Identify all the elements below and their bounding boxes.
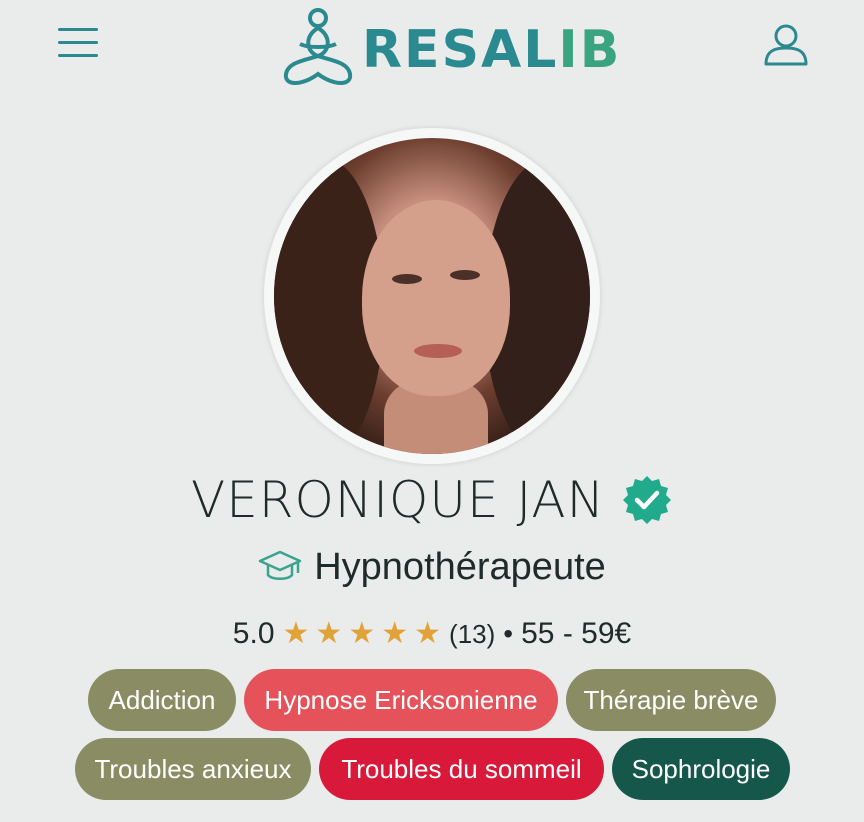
separator-dot: • [503, 618, 514, 649]
tag-troubles-du-sommeil[interactable]: Troubles du sommeil [319, 738, 604, 800]
user-account-button[interactable] [762, 22, 810, 66]
profile-photo-frame [264, 128, 600, 464]
menu-line [58, 54, 98, 57]
tag-addiction[interactable]: Addiction [88, 669, 236, 731]
photo-face [362, 200, 510, 396]
tag-therapie-breve[interactable]: Thérapie brève [566, 669, 776, 731]
hamburger-menu-icon [58, 28, 98, 31]
profile-photo[interactable] [274, 138, 590, 454]
header: RESALIB [0, 0, 864, 100]
star-icon: ★ [414, 617, 442, 650]
practitioner-name: VERONIQUE JAN [191, 471, 605, 529]
profession-label: Hypnothérapeute [314, 546, 606, 588]
star-icon: ★ [282, 617, 310, 650]
practitioner-name-row: VERONIQUE JAN [0, 472, 864, 528]
tag-sophrologie[interactable]: Sophrologie [612, 738, 790, 800]
profession-row: Hypnothérapeute [0, 543, 864, 597]
rating-price-row: 5.0 ★ ★ ★ ★ ★ (13) • 55 - 59€ [0, 614, 864, 654]
menu-line [58, 41, 98, 44]
star-icon: ★ [315, 617, 343, 650]
tag-hypnose-ericksonienne[interactable]: Hypnose Ericksonienne [244, 669, 558, 731]
meditation-figure-icon [283, 8, 353, 85]
rating-stars[interactable]: ★ ★ ★ ★ ★ [283, 619, 442, 649]
star-icon: ★ [381, 617, 409, 650]
verified-badge-icon [622, 476, 671, 524]
menu-button[interactable] [56, 28, 100, 62]
resalib-logo[interactable]: RESALIB [280, 4, 619, 94]
brand-part-1: RESAL [362, 20, 559, 80]
rating-value: 5.0 [232, 617, 275, 650]
user-account-icon [764, 24, 808, 66]
photo-eye-left [392, 274, 422, 284]
tag-troubles-anxieux[interactable]: Troubles anxieux [75, 738, 311, 800]
photo-eye-right [450, 270, 480, 280]
price-range: 55 - 59€ [521, 617, 632, 650]
graduation-cap-icon [258, 550, 302, 580]
brand-name: RESALIB [362, 24, 621, 76]
brand-part-2: IB [558, 20, 622, 80]
photo-lips [414, 344, 462, 358]
star-icon: ★ [348, 617, 376, 650]
review-count[interactable]: (13) [449, 614, 495, 654]
